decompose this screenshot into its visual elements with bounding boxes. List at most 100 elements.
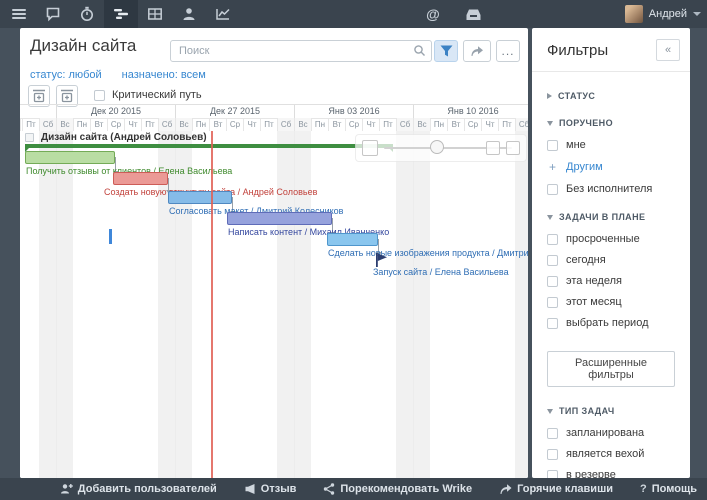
timeline-day-cell: Пн [192,118,209,131]
project-row[interactable]: Дизайн сайта (Андрей Соловьев) [25,132,207,143]
filter-checkbox[interactable] [547,140,558,151]
week-gridline [175,131,176,478]
zoom-fit-button[interactable] [486,141,500,155]
filter-option[interactable]: выбрать период [547,317,675,329]
critical-path-toggle[interactable]: Критический путь [94,89,202,101]
filter-checkbox[interactable] [547,470,558,479]
help-link[interactable]: ? Помощь [640,483,697,495]
share-button[interactable] [463,40,491,62]
filter-option[interactable]: мне [547,139,675,151]
timeline-cursor-tick [109,229,112,244]
timeline-day-cell: Чт [481,118,498,131]
filter-option-label: просроченные [566,233,640,245]
critical-path-checkbox[interactable] [94,90,105,101]
filter-option-label: мне [566,139,586,151]
timer-icon[interactable] [70,0,104,28]
filter-option[interactable]: сегодня [547,254,675,266]
filter-checkbox[interactable] [547,428,558,439]
feedback-link[interactable]: Отзыв [244,483,297,495]
project-row-label: Дизайн сайта (Андрей Соловьев) [41,132,207,143]
filter-option[interactable]: Без исполнителя [547,183,675,195]
mentions-icon[interactable]: @ [416,0,450,28]
filter-option[interactable]: в резерве [547,469,675,478]
timeline-day-cell: Чт [362,118,379,131]
filter-checkbox[interactable] [547,184,558,195]
status-filter-link[interactable]: статус: любой [30,69,102,81]
filter-option[interactable]: просроченные [547,233,675,245]
filter-checkbox[interactable] [547,297,558,308]
hotkeys-link[interactable]: Горячие клавиши [499,483,613,495]
filters-header: Фильтры « [532,28,690,72]
filter-option-label: этот месяц [566,296,622,308]
recommend-wrike-link[interactable]: Порекомендовать Wrike [323,483,472,495]
filter-link-label: Другим [566,161,603,173]
question-icon: ? [640,483,647,495]
filter-section-header[interactable]: ПОРУЧЕНО [547,118,675,128]
workspace-background: Дизайн сайта ... статус: любой назначено… [0,28,707,478]
timeline-view-icon[interactable] [104,0,138,28]
zoom-reset-button[interactable] [506,141,520,155]
user-avatar [625,5,643,23]
zoom-slider-handle[interactable] [430,140,444,154]
filter-checkbox[interactable] [547,318,558,329]
week-gridline [56,131,57,478]
filter-option[interactable]: этот месяц [547,296,675,308]
filter-sections: СТАТУС ПОРУЧЕНО мне +Другим Без исполнителя З… [532,72,690,478]
zoom-out-button[interactable] [362,140,378,156]
filter-section-label: ТИП ЗАДАЧ [559,406,615,416]
search-input[interactable] [170,40,432,62]
filter-funnel-button[interactable] [434,40,458,62]
analytics-icon[interactable] [206,0,240,28]
timeline-week-label: Дек 20 2015 [56,105,175,118]
more-options-button[interactable]: ... [496,40,520,62]
timeline-zoom-control [355,134,527,162]
filter-checkbox[interactable] [547,234,558,245]
timeline-day-cell: Вт [90,118,107,131]
user-menu[interactable]: Андрей [625,0,701,28]
weekend-band [413,131,430,478]
task-bar[interactable] [168,191,232,204]
search-icon [413,44,426,62]
weekend-band [294,131,311,478]
table-view-icon[interactable] [138,0,172,28]
project-checkbox[interactable] [25,133,34,142]
timeline-day-cell: Пн [311,118,328,131]
add-users-label: Добавить пользователей [78,483,217,495]
timeline-day-cell: Ср [107,118,124,131]
task-bar[interactable] [113,172,168,185]
milestone-label[interactable]: Запуск сайта / Елена Васильева [373,267,509,277]
filter-option-label: в резерве [566,469,616,478]
task-bar[interactable] [327,233,378,246]
filter-section-header[interactable]: СТАТУС [547,91,675,101]
gantt-panel: Дизайн сайта ... статус: любой назначено… [20,28,528,478]
filter-option[interactable]: является вехой [547,448,675,460]
filter-section-header[interactable]: ЗАДАЧИ В ПЛАНЕ [547,212,675,222]
filter-option-label: является вехой [566,448,644,460]
comments-icon[interactable] [36,0,70,28]
filter-section-label: СТАТУС [558,91,595,101]
recommend-wrike-label: Порекомендовать Wrike [340,483,472,495]
inbox-icon[interactable] [456,0,490,28]
filter-option[interactable]: эта неделя [547,275,675,287]
menu-icon[interactable] [2,0,36,28]
timeline-week-label: Янв 03 2016 [294,105,413,118]
filter-checkbox[interactable] [547,449,558,460]
add-users-link[interactable]: Добавить пользователей [60,483,217,495]
chevron-down-icon [547,121,553,126]
chevron-down-icon [547,409,553,414]
assign-others-link[interactable]: +Другим [547,160,675,174]
project-summary-bar[interactable] [25,144,393,148]
filter-option[interactable]: запланирована [547,427,675,439]
filter-checkbox[interactable] [547,276,558,287]
task-bar[interactable] [227,212,332,225]
assignee-filter-link[interactable]: назначено: всем [122,69,206,81]
advanced-filters-button[interactable]: Расширенные фильтры [547,351,675,387]
filter-section-header[interactable]: ТИП ЗАДАЧ [547,406,675,416]
task-bar[interactable] [25,151,115,164]
page-title: Дизайн сайта [30,36,136,56]
collapse-sidebar-button[interactable]: « [656,39,680,61]
people-icon[interactable] [172,0,206,28]
task-label[interactable]: Сделать новые изображения продукта / Дми… [328,248,528,258]
filter-checkbox[interactable] [547,255,558,266]
search-field-wrap [170,40,432,62]
